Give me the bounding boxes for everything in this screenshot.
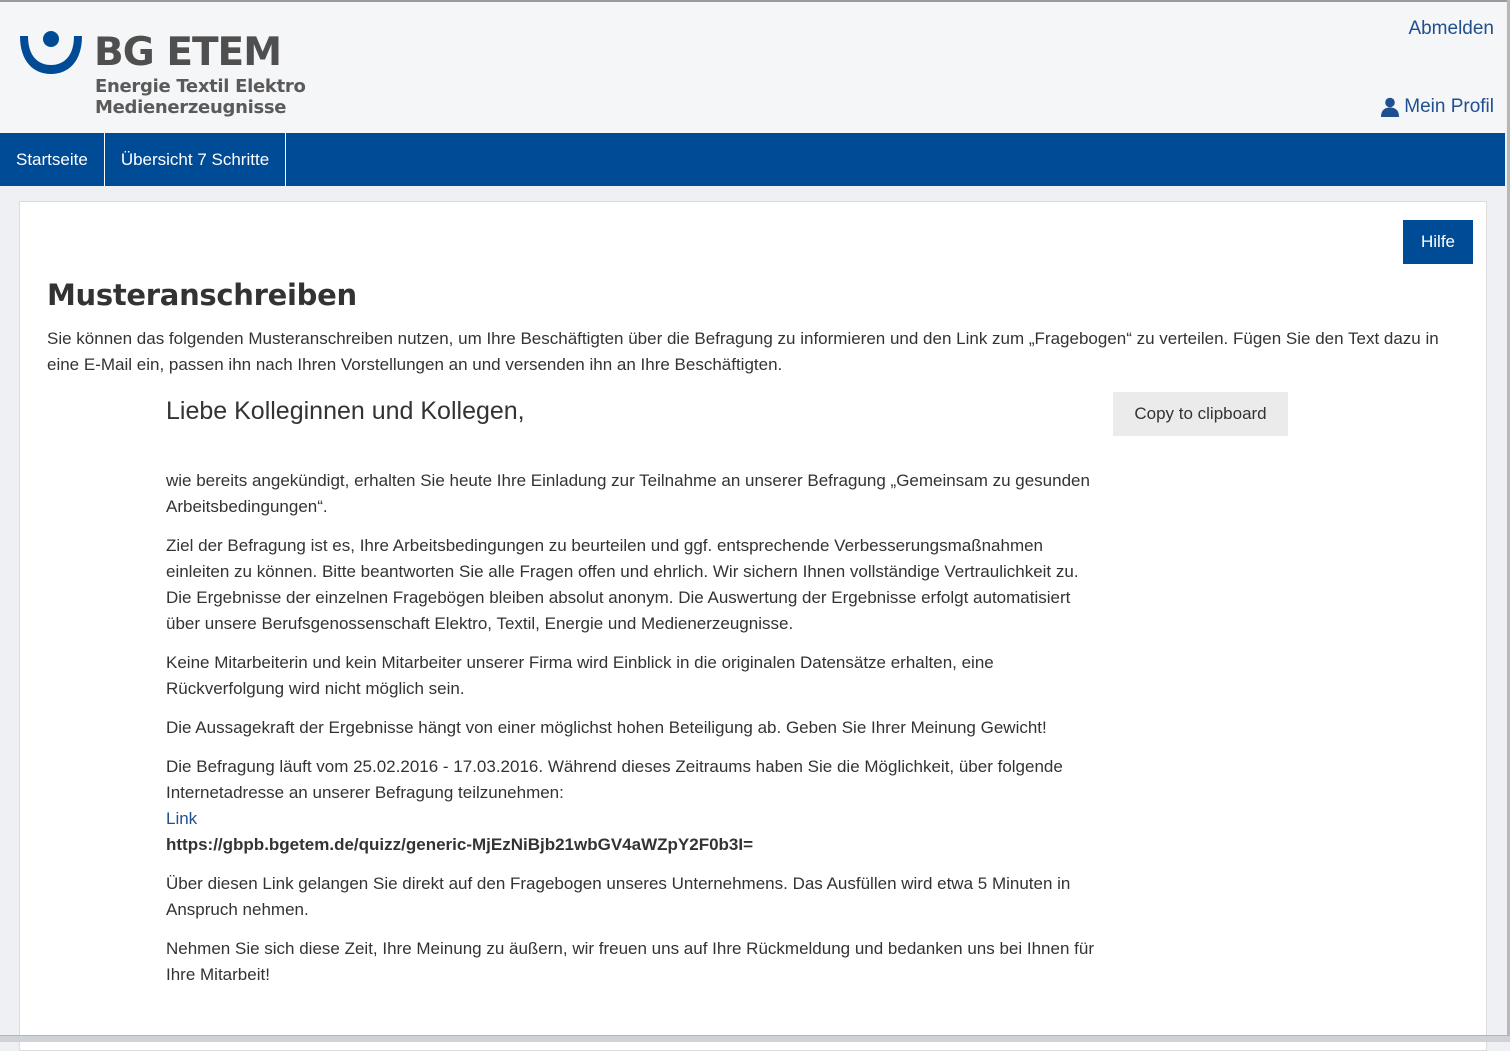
logo-subtitle: Energie Textil Elektro Medienerzeugnisse: [95, 76, 306, 118]
user-icon: [1381, 97, 1400, 117]
letter-paragraph-3: Keine Mitarbeiterin und kein Mitarbeiter…: [166, 653, 994, 698]
survey-url: https://gbpb.bgetem.de/quizz/generic-MjE…: [166, 835, 754, 854]
profile-link[interactable]: Mein Profil: [1380, 96, 1494, 118]
logo-subtitle-line2: Medienerzeugnisse: [95, 97, 287, 118]
site-header: BG ETEM Energie Textil Elektro Medienerz…: [0, 2, 1506, 133]
help-button[interactable]: Hilfe: [1403, 220, 1473, 264]
main-navigation: Startseite Übersicht 7 Schritte: [0, 133, 1505, 186]
letter-paragraph-4: Die Aussagekraft der Ergebnisse hängt vo…: [166, 718, 1047, 737]
letter-paragraph-6: Über diesen Link gelangen Sie direkt auf…: [166, 874, 1071, 919]
logout-link[interactable]: Abmelden: [1408, 18, 1494, 40]
page-title: Musteranschreiben: [47, 278, 357, 312]
nav-item-uebersicht-7-schritte[interactable]: Übersicht 7 Schritte: [105, 133, 287, 186]
letter-paragraph-5: Die Befragung läuft vom 25.02.2016 - 17.…: [166, 754, 1096, 858]
nav-item-startseite[interactable]: Startseite: [0, 133, 105, 186]
letter-paragraph-1: wie bereits angekündigt, erhalten Sie he…: [166, 471, 1090, 516]
profile-link-label: Mein Profil: [1404, 96, 1494, 117]
letter-paragraph-7: Nehmen Sie sich diese Zeit, Ihre Meinung…: [166, 939, 1094, 984]
copy-to-clipboard-button[interactable]: Copy to clipboard: [1113, 392, 1288, 436]
content-card: Hilfe Musteranschreiben Sie können das f…: [19, 201, 1487, 1051]
window-bottom-border: [0, 1035, 1510, 1042]
letter-greeting: Liebe Kolleginnen und Kollegen,: [166, 397, 525, 425]
letter-paragraph-2: Ziel der Befragung ist es, Ihre Arbeitsb…: [166, 536, 1079, 633]
sample-letter[interactable]: Liebe Kolleginnen und Kollegen, wie bere…: [166, 392, 1096, 1001]
bg-etem-logo[interactable]: BG ETEM Energie Textil Elektro Medienerz…: [18, 26, 306, 122]
logo-subtitle-line1: Energie Textil Elektro: [95, 76, 306, 97]
survey-link[interactable]: Link: [166, 806, 1096, 832]
intro-text: Sie können das folgenden Musteranschreib…: [47, 329, 1439, 374]
bg-etem-logo-mark-icon: [20, 31, 82, 74]
logo-title: BG ETEM: [94, 30, 282, 75]
letter-paragraph-5-text: Die Befragung läuft vom 25.02.2016 - 17.…: [166, 757, 1063, 802]
